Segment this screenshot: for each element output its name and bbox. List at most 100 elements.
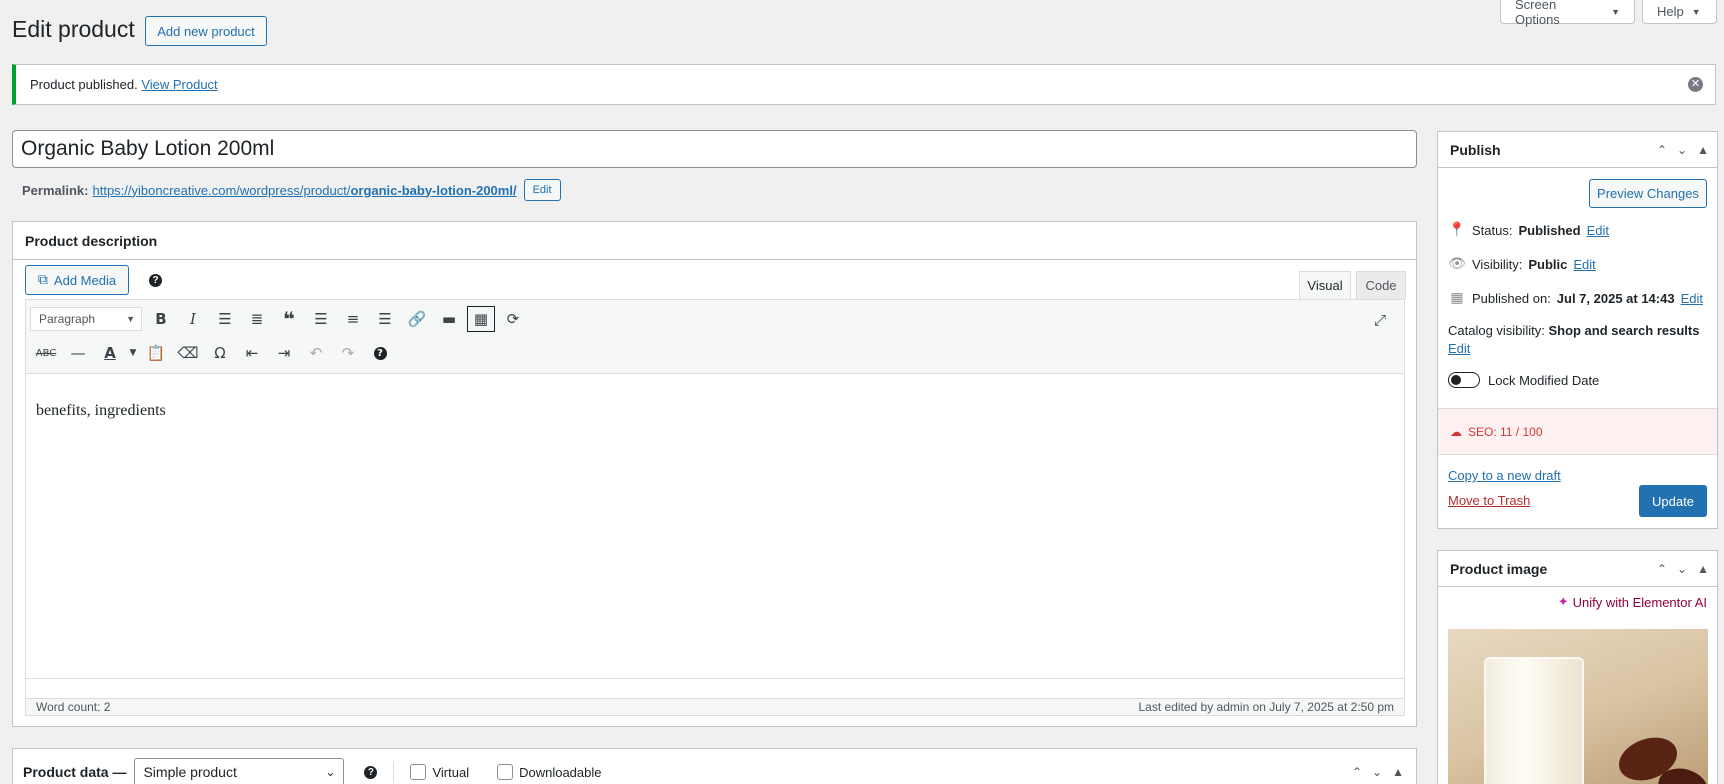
lock-modified-row: Lock Modified Date [1448, 372, 1599, 388]
panel-controls: ⌃ ⌄ ▲ [1657, 143, 1709, 157]
view-product-link[interactable]: View Product [141, 77, 217, 92]
undo-icon[interactable]: ↶ [300, 339, 332, 367]
fullscreen-icon[interactable]: ⤢ [1364, 306, 1396, 334]
published-on-edit-link[interactable]: Edit [1681, 291, 1703, 306]
chevron-down-icon: ⌄ [325, 765, 336, 779]
permalink-label: Permalink: [22, 182, 89, 198]
checkbox-box[interactable] [410, 764, 427, 780]
status-value: Published [1518, 222, 1581, 238]
catalog-edit-link[interactable]: Edit [1448, 341, 1470, 356]
align-left-icon[interactable]: ☰ [305, 305, 337, 333]
strikethrough-icon[interactable]: ABC [30, 339, 62, 367]
permalink-link[interactable]: https://yiboncreative.com/wordpress/prod… [92, 183, 516, 198]
help-label: Help [1657, 4, 1684, 19]
word-count: Word count: 2 [36, 700, 111, 714]
move-down-icon[interactable]: ⌄ [1372, 765, 1382, 779]
outdent-icon[interactable]: ⇤ [236, 339, 268, 367]
seo-score[interactable]: ☁ SEO: 11 / 100 [1438, 408, 1717, 455]
italic-icon[interactable]: I [177, 305, 209, 333]
add-media-label: Add Media [53, 272, 117, 288]
screen-options-label: Screen Options [1515, 0, 1560, 27]
move-up-icon[interactable]: ⌃ [1657, 143, 1667, 157]
bullet-list-icon[interactable]: ☰ [209, 305, 241, 333]
move-up-icon[interactable]: ⌃ [1657, 562, 1667, 576]
editor-toolbar: Paragraph ▼ B I ☰ ≣ ❝ ☰ ≡ ☰ 🔗 ▬ ▦ ⟳ ABC … [26, 300, 1404, 374]
downloadable-checkbox[interactable]: Downloadable [497, 764, 602, 780]
caret-down-icon[interactable]: ▼ [126, 339, 140, 367]
screen-options-tab[interactable]: Screen Options ▼ [1500, 0, 1635, 27]
product-image[interactable] [1448, 629, 1708, 784]
bold-icon[interactable]: B [145, 305, 177, 333]
notice-text: Product published. [30, 77, 138, 92]
product-image-panel: Product image ⌃ ⌄ ▲ ✦ Unify with Element… [1437, 550, 1718, 784]
move-down-icon[interactable]: ⌄ [1677, 562, 1687, 576]
virtual-checkbox[interactable]: Virtual [410, 764, 469, 780]
keyboard-help-icon[interactable]: ? [364, 339, 396, 367]
published-on-label: Published on: [1472, 290, 1551, 306]
redo-icon[interactable]: ↷ [332, 339, 364, 367]
format-select[interactable]: Paragraph ▼ [30, 307, 142, 331]
milk-glass-shape [1484, 657, 1584, 784]
editor-status-bar: Word count: 2 Last edited by admin on Ju… [26, 698, 1404, 715]
editor-content[interactable]: benefits, ingredients [36, 402, 166, 420]
collapse-icon[interactable]: ▲ [1697, 562, 1709, 576]
help-tab[interactable]: Help ▼ [1642, 0, 1717, 24]
visibility-label: Visibility: [1472, 256, 1523, 272]
status-edit-link[interactable]: Edit [1587, 223, 1609, 238]
update-button[interactable]: Update [1639, 485, 1707, 517]
catalog-visibility-row: Catalog visibility: Shop and search resu… [1448, 323, 1699, 356]
add-new-product-button[interactable]: Add new product [145, 16, 267, 46]
tab-visual[interactable]: Visual [1299, 271, 1351, 299]
visibility-edit-link[interactable]: Edit [1573, 257, 1595, 272]
panel-controls: ⌃ ⌄ ▲ [1657, 562, 1709, 576]
permalink-edit-button[interactable]: Edit [523, 179, 561, 201]
editor: Paragraph ▼ B I ☰ ≣ ❝ ☰ ≡ ☰ 🔗 ▬ ▦ ⟳ ABC … [25, 299, 1405, 716]
collapse-icon[interactable]: ▲ [1697, 143, 1709, 157]
special-character-icon[interactable]: Ω [204, 339, 236, 367]
move-to-trash-link[interactable]: Move to Trash [1448, 493, 1530, 508]
clear-formatting-icon[interactable]: ⌫ [172, 339, 204, 367]
product-title-input[interactable]: Organic Baby Lotion 200ml [12, 130, 1417, 168]
caret-down-icon: ▼ [1611, 6, 1620, 17]
blockquote-icon[interactable]: ❝ [273, 305, 305, 333]
dismiss-icon[interactable]: ✕ [1688, 77, 1703, 92]
catalog-value: Shop and search results [1548, 323, 1700, 338]
move-down-icon[interactable]: ⌄ [1677, 143, 1687, 157]
product-description-panel: Product description ⧉ Add Media ? Visual… [12, 221, 1417, 727]
link-icon[interactable]: 🔗 [401, 305, 433, 333]
numbered-list-icon[interactable]: ≣ [241, 305, 273, 333]
eye-icon: 👁 [1448, 256, 1466, 272]
downloadable-label: Downloadable [519, 764, 602, 780]
move-up-icon[interactable]: ⌃ [1352, 765, 1362, 779]
lock-modified-toggle[interactable] [1448, 372, 1480, 388]
text-color-icon[interactable]: A [94, 339, 126, 367]
toolbar-toggle-icon[interactable]: ▦ [467, 306, 495, 332]
sync-icon[interactable]: ⟳ [497, 305, 529, 333]
checkbox-box[interactable] [497, 764, 514, 780]
elementor-ai-link[interactable]: ✦ Unify with Elementor AI [1558, 594, 1707, 610]
permalink-base: https://yiboncreative.com/wordpress/prod… [92, 182, 351, 198]
copy-draft-link[interactable]: Copy to a new draft [1448, 468, 1561, 483]
add-media-button[interactable]: ⧉ Add Media [25, 265, 129, 295]
help-icon[interactable]: ? [364, 765, 378, 779]
tab-code[interactable]: Code [1356, 271, 1406, 299]
panel-controls: ⌃ ⌄ ▲ [1352, 765, 1404, 779]
indent-icon[interactable]: ⇥ [268, 339, 300, 367]
preview-changes-button[interactable]: Preview Changes [1589, 179, 1707, 208]
horizontal-line-icon[interactable]: — [62, 339, 94, 367]
visibility-row: 👁 Visibility: Public Edit [1448, 256, 1596, 272]
permalink-slug: organic-baby-lotion-200ml/ [350, 182, 517, 198]
divider [393, 761, 395, 783]
page-title: Edit product [12, 16, 135, 42]
product-type-select[interactable]: Simple product ⌄ [134, 758, 345, 784]
collapse-icon[interactable]: ▲ [1392, 765, 1404, 779]
paste-text-icon[interactable]: 📋 [140, 339, 172, 367]
read-more-icon[interactable]: ▬ [433, 305, 465, 333]
status-row: 📍 Status: Published Edit [1448, 222, 1609, 238]
align-right-icon[interactable]: ☰ [369, 305, 401, 333]
status-label: Status: [1472, 222, 1513, 238]
last-edited: Last edited by admin on July 7, 2025 at … [1138, 700, 1395, 714]
help-icon[interactable]: ? [149, 274, 162, 287]
align-center-icon[interactable]: ≡ [337, 305, 369, 333]
permalink: Permalink: https://yiboncreative.com/wor… [22, 179, 561, 201]
